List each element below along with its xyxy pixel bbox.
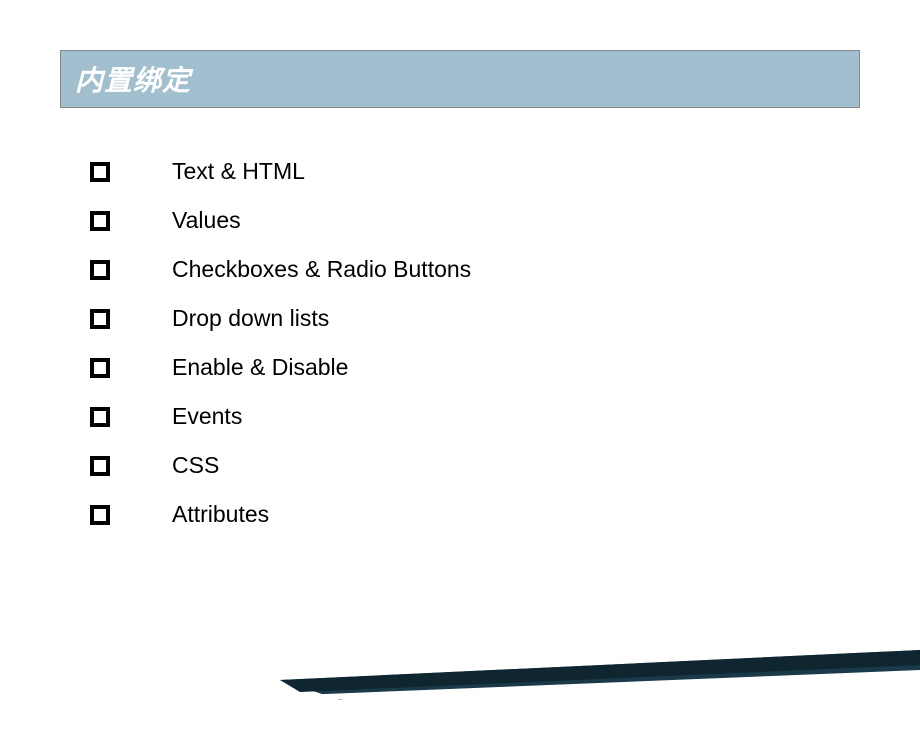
list-item-label: Checkboxes & Radio Buttons	[172, 256, 471, 283]
square-bullet-icon	[90, 309, 110, 329]
decorative-swoosh-icon	[0, 620, 920, 740]
square-bullet-icon	[90, 407, 110, 427]
list-item-label: Attributes	[172, 501, 269, 528]
list-item-label: Events	[172, 403, 242, 430]
square-bullet-icon	[90, 456, 110, 476]
square-bullet-icon	[90, 211, 110, 231]
square-bullet-icon	[90, 260, 110, 280]
list-item: Text & HTML	[90, 158, 860, 185]
list-item: CSS	[90, 452, 860, 479]
square-bullet-icon	[90, 358, 110, 378]
list-item: Values	[90, 207, 860, 234]
list-item-label: Enable & Disable	[172, 354, 348, 381]
square-bullet-icon	[90, 505, 110, 525]
slide-title: 内置绑定	[75, 65, 191, 96]
bullet-list: Text & HTML Values Checkboxes & Radio Bu…	[90, 158, 860, 528]
title-bar: 内置绑定	[60, 50, 860, 108]
list-item: Events	[90, 403, 860, 430]
square-bullet-icon	[90, 162, 110, 182]
list-item: Enable & Disable	[90, 354, 860, 381]
list-item-label: Text & HTML	[172, 158, 305, 185]
list-item: Drop down lists	[90, 305, 860, 332]
list-item-label: Values	[172, 207, 241, 234]
list-item: Attributes	[90, 501, 860, 528]
list-item-label: CSS	[172, 452, 219, 479]
list-item: Checkboxes & Radio Buttons	[90, 256, 860, 283]
list-item-label: Drop down lists	[172, 305, 329, 332]
